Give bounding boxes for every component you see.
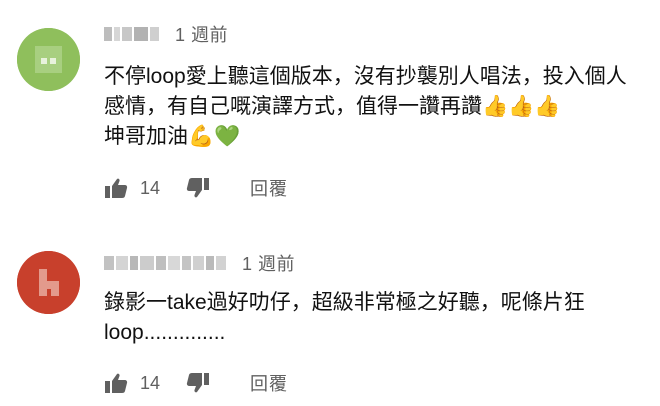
comment-text: 不停loop愛上聽這個版本，沒有抄襲別人唱法，投入個人感情，有自己嘅演譯方式，值… — [104, 65, 627, 148]
comment-2: 1 週前 錄影一take過好叻仔，超級非常極之好聽，呢條片狂loop......… — [0, 220, 660, 406]
thumbs-up-icon[interactable] — [104, 372, 128, 394]
comment-actions: 14 回覆 — [104, 369, 288, 397]
comment-meta: 1 週前 — [104, 22, 228, 46]
avatar[interactable] — [17, 28, 80, 91]
thumbs-down-icon[interactable] — [186, 372, 210, 394]
reply-button[interactable]: 回覆 — [250, 175, 288, 201]
thumbs-down-icon[interactable] — [186, 177, 210, 199]
comment-text: 錄影一take過好叻仔，超級非常極之好聽，呢條片狂loop...........… — [104, 291, 585, 344]
comment-actions: 14 回覆 — [104, 174, 288, 202]
comment-time[interactable]: 1 週前 — [175, 21, 228, 47]
like-count: 14 — [140, 372, 161, 393]
avatar[interactable] — [17, 251, 80, 314]
author-name[interactable] — [104, 252, 228, 274]
comment-meta: 1 週前 — [104, 251, 295, 275]
comment-time[interactable]: 1 週前 — [242, 250, 295, 276]
thumbs-up-icon[interactable] — [104, 177, 128, 199]
author-name[interactable] — [104, 23, 161, 45]
reply-button[interactable]: 回覆 — [250, 370, 288, 396]
like-count: 14 — [140, 177, 161, 198]
comment-1: 1 週前 不停loop愛上聽這個版本，沒有抄襲別人唱法，投入個人感情，有自己嘅演… — [0, 0, 660, 210]
